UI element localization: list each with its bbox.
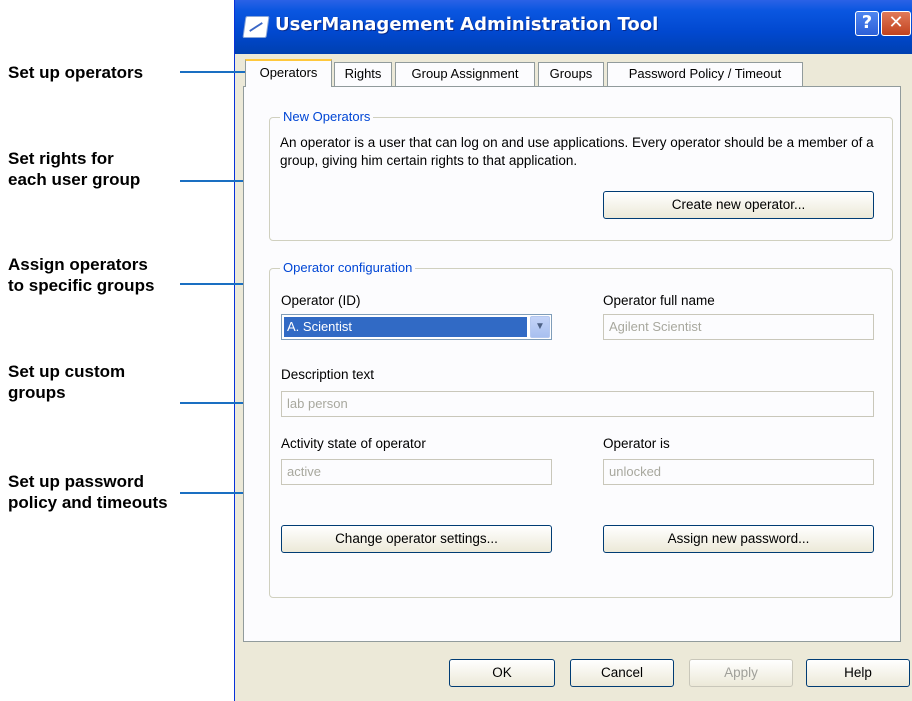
annotation-custom-groups: Set up custom groups [8,362,126,402]
operators-panel: New Operators An operator is a user that… [243,86,901,642]
create-new-operator-button[interactable]: Create new operator... [603,191,874,219]
operator-configuration-legend: Operator configuration [280,260,416,276]
tab-groups[interactable]: Groups [538,62,604,86]
description-text-field[interactable]: lab person [281,391,874,417]
tab-operators[interactable]: Operators [245,59,332,87]
operator-id-label: Operator (ID) [281,293,361,308]
activity-state-label: Activity state of operator [281,436,426,451]
annotation-set-rights: Set rights for each user group [8,149,141,189]
window-title: UserManagement Administration Tool [275,14,659,35]
new-operators-description: An operator is a user that can log on an… [280,135,874,168]
description-text-label: Description text [281,367,375,382]
operator-id-select[interactable]: A. Scientist ▼ [281,314,552,340]
usermanagement-window: UserManagement Administration Tool ? ✕ O… [234,0,912,701]
app-icon [242,16,270,38]
cancel-button[interactable]: Cancel [570,659,674,687]
annotation-password-policy: Set up password policy and timeouts [8,472,168,512]
operator-full-name-field[interactable]: Agilent Scientist [603,314,874,340]
tab-password-policy[interactable]: Password Policy / Timeout [607,62,803,86]
tab-group-assignment[interactable]: Group Assignment [395,62,535,86]
annotation-set-up-operators: Set up operators [8,63,144,82]
help-button[interactable]: Help [806,659,910,687]
apply-button[interactable]: Apply [689,659,793,687]
operator-lock-field[interactable]: unlocked [603,459,874,485]
change-operator-settings-button[interactable]: Change operator settings... [281,525,552,553]
assign-new-password-button[interactable]: Assign new password... [603,525,874,553]
close-icon[interactable]: ✕ [881,11,911,36]
operator-full-name-label: Operator full name [603,293,715,308]
operator-lock-label: Operator is [603,436,670,451]
help-icon[interactable]: ? [855,11,879,36]
new-operators-group: New Operators An operator is a user that… [269,109,893,241]
ok-button[interactable]: OK [449,659,555,687]
operator-id-value: A. Scientist [284,317,527,337]
operator-configuration-group: Operator configuration Operator (ID) A. … [269,260,893,598]
annotation-assign-operators: Assign operators to specific groups [8,255,155,295]
activity-state-field[interactable]: active [281,459,552,485]
title-bar[interactable]: UserManagement Administration Tool ? ✕ [235,0,912,54]
tab-rights[interactable]: Rights [334,62,392,86]
new-operators-legend: New Operators [280,109,374,125]
chevron-down-icon[interactable]: ▼ [530,316,550,338]
